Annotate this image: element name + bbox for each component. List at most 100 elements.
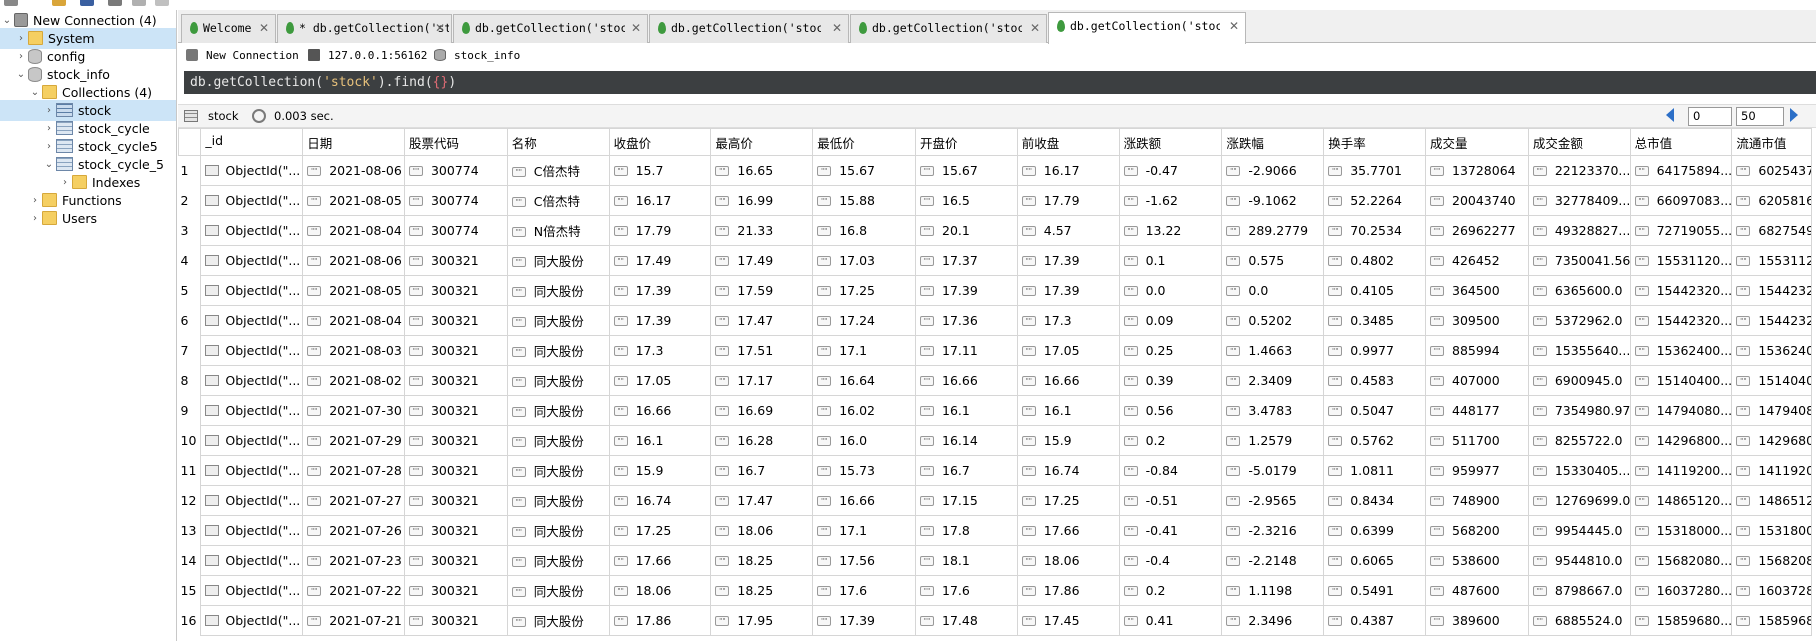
table-cell[interactable]: "" 16.69 <box>710 395 814 426</box>
close-icon[interactable]: ✕ <box>631 15 641 42</box>
column-header[interactable]: 涨跌幅 <box>1221 128 1325 156</box>
close-icon[interactable]: ✕ <box>1229 13 1239 40</box>
close-icon[interactable]: ✕ <box>1030 15 1040 42</box>
table-cell[interactable]: "" 17.45 <box>1016 605 1120 636</box>
table-cell[interactable]: "" -0.4 <box>1118 545 1223 576</box>
table-cell[interactable]: "" 13.22 <box>1118 215 1223 246</box>
close-icon[interactable]: ✕ <box>435 15 445 42</box>
tab-query-1[interactable]: * db.getCollection('stoc…✕ <box>277 14 452 43</box>
table-cell[interactable]: "" 17.56 <box>812 545 916 576</box>
table-cell[interactable]: "" 16.17 <box>608 185 712 216</box>
stop-icon[interactable] <box>132 0 146 6</box>
table-cell[interactable]: "" 15318000... <box>1731 515 1812 546</box>
table-row[interactable]: 6 ObjectId("... "" 2021-08-04 "" 300321 "" 同大股份… <box>178 305 1812 336</box>
table-cell[interactable]: "" 2021-07-28 <box>302 455 405 486</box>
table-cell[interactable]: "" 18.1 <box>915 545 1018 576</box>
table-cell[interactable]: "" 1.4663 <box>1221 335 1325 366</box>
tab-query-3[interactable]: db.getCollection('stock_… ✕ <box>649 14 849 43</box>
table-cell[interactable]: "" 0.4387 <box>1323 605 1426 636</box>
table-cell[interactable]: "" 2021-08-05 <box>302 185 405 216</box>
table-cell[interactable]: "" 1.1198 <box>1221 575 1325 606</box>
table-cell[interactable]: "" 15318000... <box>1629 515 1733 546</box>
table-cell[interactable]: "" 0.0 <box>1221 275 1325 306</box>
close-icon[interactable]: ✕ <box>832 15 842 42</box>
table-cell[interactable]: "" 16.28 <box>710 425 814 456</box>
table-cell[interactable]: "" 同大股份 <box>506 245 610 276</box>
table-cell[interactable]: "" 300321 <box>403 245 508 276</box>
table-row[interactable]: 9 ObjectId("... "" 2021-07-30 "" 300321 "" 同大股份… <box>178 395 1812 426</box>
table-cell[interactable]: "" 15140400... <box>1731 365 1812 396</box>
table-cell[interactable]: "" 同大股份 <box>506 605 610 636</box>
table-cell[interactable]: "" C倍杰特 <box>506 185 610 216</box>
table-cell[interactable]: "" 0.0 <box>1118 275 1223 306</box>
table-cell[interactable]: "" 0.575 <box>1221 245 1325 276</box>
table-cell[interactable]: "" 15531120... <box>1629 245 1733 276</box>
table-cell[interactable]: "" 15.7 <box>608 155 712 186</box>
table-cell[interactable]: "" 14119200... <box>1629 455 1733 486</box>
column-header[interactable]: 成交量 <box>1425 128 1529 156</box>
table-cell[interactable]: "" 0.2 <box>1118 575 1223 606</box>
table-cell[interactable]: "" 15330405... <box>1527 455 1631 486</box>
table-cell[interactable]: "" 17.39 <box>1016 245 1120 276</box>
table-cell[interactable]: "" 20043740 <box>1425 185 1529 216</box>
column-header[interactable]: 涨跌额 <box>1118 128 1223 156</box>
table-cell[interactable]: "" 68275495... <box>1731 215 1812 246</box>
table-cell[interactable]: "" 448177 <box>1425 395 1529 426</box>
table-cell[interactable]: "" 17.86 <box>1016 575 1120 606</box>
table-cell[interactable]: "" 15.73 <box>812 455 916 486</box>
table-row[interactable]: 2 ObjectId("... "" 2021-08-05 "" 300774 "" C倍杰特… <box>178 185 1812 216</box>
table-cell[interactable]: "" 16.5 <box>915 185 1018 216</box>
table-cell[interactable]: "" 17.3 <box>1016 305 1120 336</box>
table-cell[interactable]: "" 13728064 <box>1425 155 1529 186</box>
column-header[interactable]: 最高价 <box>710 128 814 156</box>
table-cell[interactable]: "" 487600 <box>1425 575 1529 606</box>
table-cell[interactable]: "" 16.7 <box>710 455 814 486</box>
table-cell[interactable]: "" 16.8 <box>812 215 916 246</box>
table-cell[interactable]: "" 7350041.56 <box>1527 245 1631 276</box>
table-cell[interactable]: ObjectId("... <box>200 575 304 606</box>
table-cell[interactable]: "" 17.3 <box>608 335 712 366</box>
table-cell[interactable]: "" 4.57 <box>1016 215 1120 246</box>
table-cell[interactable]: ObjectId("... <box>200 335 304 366</box>
table-cell[interactable]: "" 52.2264 <box>1323 185 1426 216</box>
table-cell[interactable]: "" 15859680... <box>1629 605 1733 636</box>
table-cell[interactable]: "" 300321 <box>403 485 508 516</box>
table-cell[interactable]: "" 15.88 <box>812 185 916 216</box>
table-cell[interactable]: "" 0.9977 <box>1323 335 1426 366</box>
table-cell[interactable]: "" 17.39 <box>608 305 712 336</box>
table-cell[interactable]: "" 748900 <box>1425 485 1529 516</box>
table-cell[interactable]: "" -2.9066 <box>1221 155 1325 186</box>
table-cell[interactable]: "" 9544810.0 <box>1527 545 1631 576</box>
table-cell[interactable]: "" 5372962.0 <box>1527 305 1631 336</box>
table-cell[interactable]: "" 16.74 <box>608 485 712 516</box>
table-cell[interactable]: "" 16.66 <box>812 485 916 516</box>
tab-query-2[interactable]: db.getCollection('stock_… ✕ <box>453 14 648 43</box>
tree-item-users[interactable]: › Users <box>28 208 97 229</box>
table-cell[interactable]: "" N倍杰特 <box>506 215 610 246</box>
column-header[interactable]: 日期 <box>302 128 405 156</box>
table-cell[interactable]: "" 17.05 <box>1016 335 1120 366</box>
table-row[interactable]: 13 ObjectId("... "" 2021-07-26 "" 300321 "" 同大股… <box>178 515 1812 546</box>
table-cell[interactable]: "" 17.03 <box>812 245 916 276</box>
table-cell[interactable]: "" 8255722.0 <box>1527 425 1631 456</box>
table-cell[interactable]: "" 300774 <box>403 185 508 216</box>
table-cell[interactable]: "" 18.25 <box>710 545 814 576</box>
table-cell[interactable]: "" 0.3485 <box>1323 305 1426 336</box>
table-cell[interactable]: "" 15442320... <box>1731 275 1812 306</box>
table-cell[interactable]: "" 0.39 <box>1118 365 1223 396</box>
table-cell[interactable]: "" 70.2534 <box>1323 215 1426 246</box>
table-cell[interactable]: "" 15442320... <box>1629 275 1733 306</box>
collapse-arrow-icon[interactable]: ⌄ <box>14 64 28 85</box>
table-cell[interactable]: "" 959977 <box>1425 455 1529 486</box>
table-cell[interactable]: "" 同大股份 <box>506 335 610 366</box>
column-header[interactable]: 流通市值 <box>1731 128 1812 156</box>
table-cell[interactable]: "" 14865120... <box>1629 485 1733 516</box>
table-cell[interactable]: "" 12769699.0 <box>1527 485 1631 516</box>
table-cell[interactable]: "" C倍杰特 <box>506 155 610 186</box>
table-cell[interactable]: "" 17.48 <box>915 605 1018 636</box>
table-cell[interactable]: "" 14865120... <box>1731 485 1812 516</box>
table-cell[interactable]: "" 16.02 <box>812 395 916 426</box>
table-row[interactable]: 15 ObjectId("... "" 2021-07-22 "" 300321 "" 同大股… <box>178 575 1812 606</box>
table-cell[interactable]: "" 2021-08-02 <box>302 365 405 396</box>
table-cell[interactable]: "" 同大股份 <box>506 425 610 456</box>
